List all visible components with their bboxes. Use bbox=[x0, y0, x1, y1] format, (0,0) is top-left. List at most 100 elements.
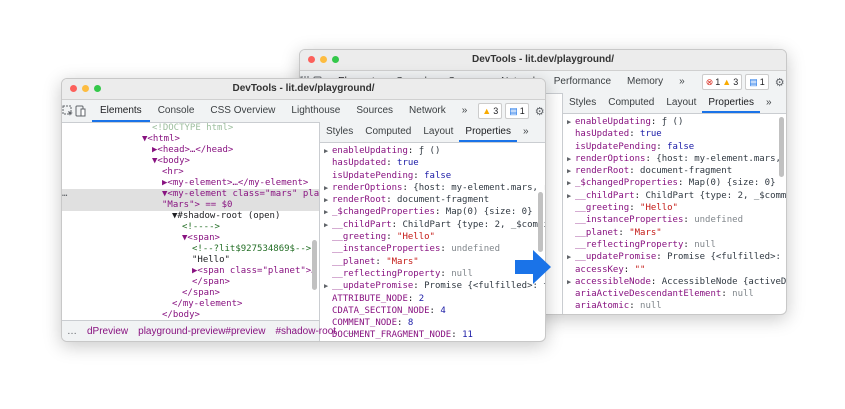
dom-node[interactable]: <!--?lit$927534869$--> bbox=[62, 244, 319, 255]
property-name: renderOptions bbox=[332, 182, 403, 193]
dom-node[interactable]: "Hello" bbox=[62, 255, 319, 266]
dom-node[interactable]: ▼<span> bbox=[62, 233, 319, 244]
tab-console[interactable]: Console bbox=[150, 100, 203, 122]
property-row[interactable]: ▶ _$changedProperties: Map(0) {size: 0} bbox=[567, 177, 786, 189]
scrollbar[interactable] bbox=[538, 192, 543, 252]
expand-triangle-icon[interactable]: ▶ bbox=[567, 116, 575, 128]
tab-layout[interactable]: Layout bbox=[660, 93, 702, 113]
warnings-badge[interactable]: ▲ 3 bbox=[478, 103, 503, 119]
expand-triangle-icon[interactable]: ▶ bbox=[567, 251, 575, 263]
tab-styles[interactable]: Styles bbox=[320, 122, 359, 142]
gear-icon[interactable]: ⚙ bbox=[535, 100, 545, 122]
issues-badge[interactable]: ⊗ 1 ▲ 3 bbox=[701, 74, 743, 90]
dom-node[interactable]: ▼#shadow-root (open) bbox=[62, 211, 319, 222]
dom-node[interactable]: ▼<html> bbox=[62, 134, 319, 145]
expand-triangle-icon[interactable]: ▶ bbox=[567, 165, 575, 177]
property-row[interactable]: ▶ __childPart: ChildPart {type: 2, _$comm… bbox=[324, 219, 545, 231]
expand-triangle-icon[interactable]: ▶ bbox=[567, 190, 575, 202]
tab-sources[interactable]: Sources bbox=[348, 100, 401, 122]
expand-triangle-icon[interactable]: ▶ bbox=[567, 276, 575, 288]
tab-styles[interactable]: Styles bbox=[563, 93, 602, 113]
messages-badge[interactable]: ▤ 1 bbox=[745, 74, 769, 90]
breadcrumb-item[interactable]: #shadow-root bbox=[270, 326, 341, 337]
property-row[interactable]: ▶ enableUpdating: ƒ () bbox=[324, 145, 545, 157]
tab-layout[interactable]: Layout bbox=[417, 122, 459, 142]
property-row[interactable]: ▶ accessibleNode: AccessibleNode {activeD… bbox=[567, 276, 786, 288]
expand-triangle-icon[interactable]: ▶ bbox=[567, 153, 575, 165]
dom-node[interactable]: <!----> bbox=[62, 222, 319, 233]
property-separator: : bbox=[634, 190, 646, 201]
dom-node[interactable]: ▶<span class="planet">… bbox=[62, 266, 319, 277]
gutter-dots[interactable]: … bbox=[62, 189, 162, 200]
more-tabs-icon[interactable]: » bbox=[671, 71, 693, 93]
tab-network[interactable]: Network bbox=[401, 100, 454, 122]
back-sidebar-tabs: Styles Computed Layout Properties » bbox=[563, 93, 786, 114]
breadcrumb-item[interactable]: dPreview bbox=[82, 326, 133, 337]
dom-node-selected[interactable]: …▼<my-element class="mars" planet= bbox=[62, 189, 319, 200]
breadcrumb-item[interactable]: playground-preview#preview bbox=[133, 326, 270, 337]
tab-elements[interactable]: Elements bbox=[92, 100, 150, 122]
expand-triangle-icon[interactable]: ▶ bbox=[324, 280, 332, 292]
expand-triangle-icon[interactable]: ▶ bbox=[324, 206, 332, 218]
dom-node[interactable]: </span> bbox=[62, 288, 319, 299]
inspect-element-icon[interactable] bbox=[62, 100, 74, 122]
dom-node[interactable]: </body> bbox=[62, 310, 319, 320]
property-row[interactable]: ▶ renderOptions: {host: my-element.mars, … bbox=[324, 182, 545, 194]
property-row: ariaAtomic: null bbox=[567, 300, 786, 312]
breadcrumb-overflow[interactable]: … bbox=[341, 326, 361, 337]
property-separator: : bbox=[656, 141, 668, 152]
property-value: "Hello" bbox=[397, 232, 435, 243]
property-row[interactable]: ▶ renderOptions: {host: my-element.mars, … bbox=[567, 153, 786, 165]
tab-performance[interactable]: Performance bbox=[546, 71, 619, 93]
property-row[interactable]: ▶ __updatePromise: Promise {<fulfilled>: … bbox=[567, 251, 786, 263]
property-row[interactable]: ▶ renderRoot: document-fragment bbox=[324, 194, 545, 206]
dom-node[interactable]: </my-element> bbox=[62, 299, 319, 310]
expand-triangle-icon[interactable]: ▶ bbox=[324, 219, 332, 231]
property-separator: : bbox=[375, 256, 387, 267]
tab-memory[interactable]: Memory bbox=[619, 71, 671, 93]
tab-properties[interactable]: Properties bbox=[459, 122, 517, 142]
breadcrumb-overflow[interactable]: … bbox=[62, 326, 82, 337]
dom-node[interactable]: <!DOCTYPE html> bbox=[62, 123, 319, 134]
gear-icon[interactable]: ⚙ bbox=[775, 71, 785, 93]
tab-css-overview[interactable]: CSS Overview bbox=[202, 100, 283, 122]
dom-node[interactable]: <hr> bbox=[62, 167, 319, 178]
kebab-menu-icon[interactable]: ⋮ bbox=[545, 100, 546, 122]
more-tabs-icon[interactable]: » bbox=[760, 93, 778, 113]
expand-triangle-icon[interactable]: ▶ bbox=[324, 145, 332, 157]
property-value: ƒ () bbox=[661, 117, 684, 127]
message-count: 1 bbox=[519, 106, 525, 116]
expand-triangle-icon[interactable]: ▶ bbox=[324, 194, 332, 206]
error-count: 1 bbox=[715, 77, 721, 87]
property-value: null bbox=[640, 301, 662, 312]
property-value: true bbox=[397, 158, 419, 169]
property-name: ariaAutoComplete bbox=[575, 314, 662, 315]
expand-triangle-icon[interactable]: ▶ bbox=[324, 182, 332, 194]
dom-node[interactable]: ▶<my-element>…</my-element> bbox=[62, 178, 319, 189]
more-tabs-icon[interactable]: » bbox=[454, 100, 476, 122]
property-separator: : bbox=[645, 153, 657, 164]
property-row[interactable]: ▶ __updatePromise: Promise {<fulfilled>: … bbox=[324, 280, 545, 292]
tab-lighthouse[interactable]: Lighthouse bbox=[283, 100, 348, 122]
property-value: true bbox=[640, 129, 662, 140]
tab-properties[interactable]: Properties bbox=[702, 93, 760, 113]
property-separator: : bbox=[451, 330, 463, 341]
property-row[interactable]: ▶ enableUpdating: ƒ () bbox=[567, 116, 786, 128]
tab-computed[interactable]: Computed bbox=[359, 122, 417, 142]
messages-badge[interactable]: ▤ 1 bbox=[505, 103, 529, 119]
more-tabs-icon[interactable]: » bbox=[517, 122, 535, 142]
property-row[interactable]: ▶ _$changedProperties: Map(0) {size: 0} bbox=[324, 206, 545, 218]
property-row[interactable]: ▶ renderRoot: document-fragment bbox=[567, 165, 786, 177]
scrollbar[interactable] bbox=[312, 240, 317, 290]
dom-node[interactable]: </span> bbox=[62, 277, 319, 288]
tab-computed[interactable]: Computed bbox=[602, 93, 660, 113]
dom-node[interactable]: ▶<head>…</head> bbox=[62, 145, 319, 156]
dom-node[interactable]: ▼<body> bbox=[62, 156, 319, 167]
scrollbar[interactable] bbox=[779, 117, 784, 177]
dom-node-text: <hr> bbox=[162, 167, 184, 177]
property-row[interactable]: ▶ __childPart: ChildPart {type: 2, _$comm… bbox=[567, 190, 786, 202]
dom-node-selected[interactable]: "Mars"> == $0 bbox=[62, 200, 319, 211]
kebab-menu-icon[interactable]: ⋮ bbox=[785, 71, 786, 93]
device-toolbar-icon[interactable] bbox=[74, 100, 86, 122]
expand-triangle-icon[interactable]: ▶ bbox=[567, 177, 575, 189]
